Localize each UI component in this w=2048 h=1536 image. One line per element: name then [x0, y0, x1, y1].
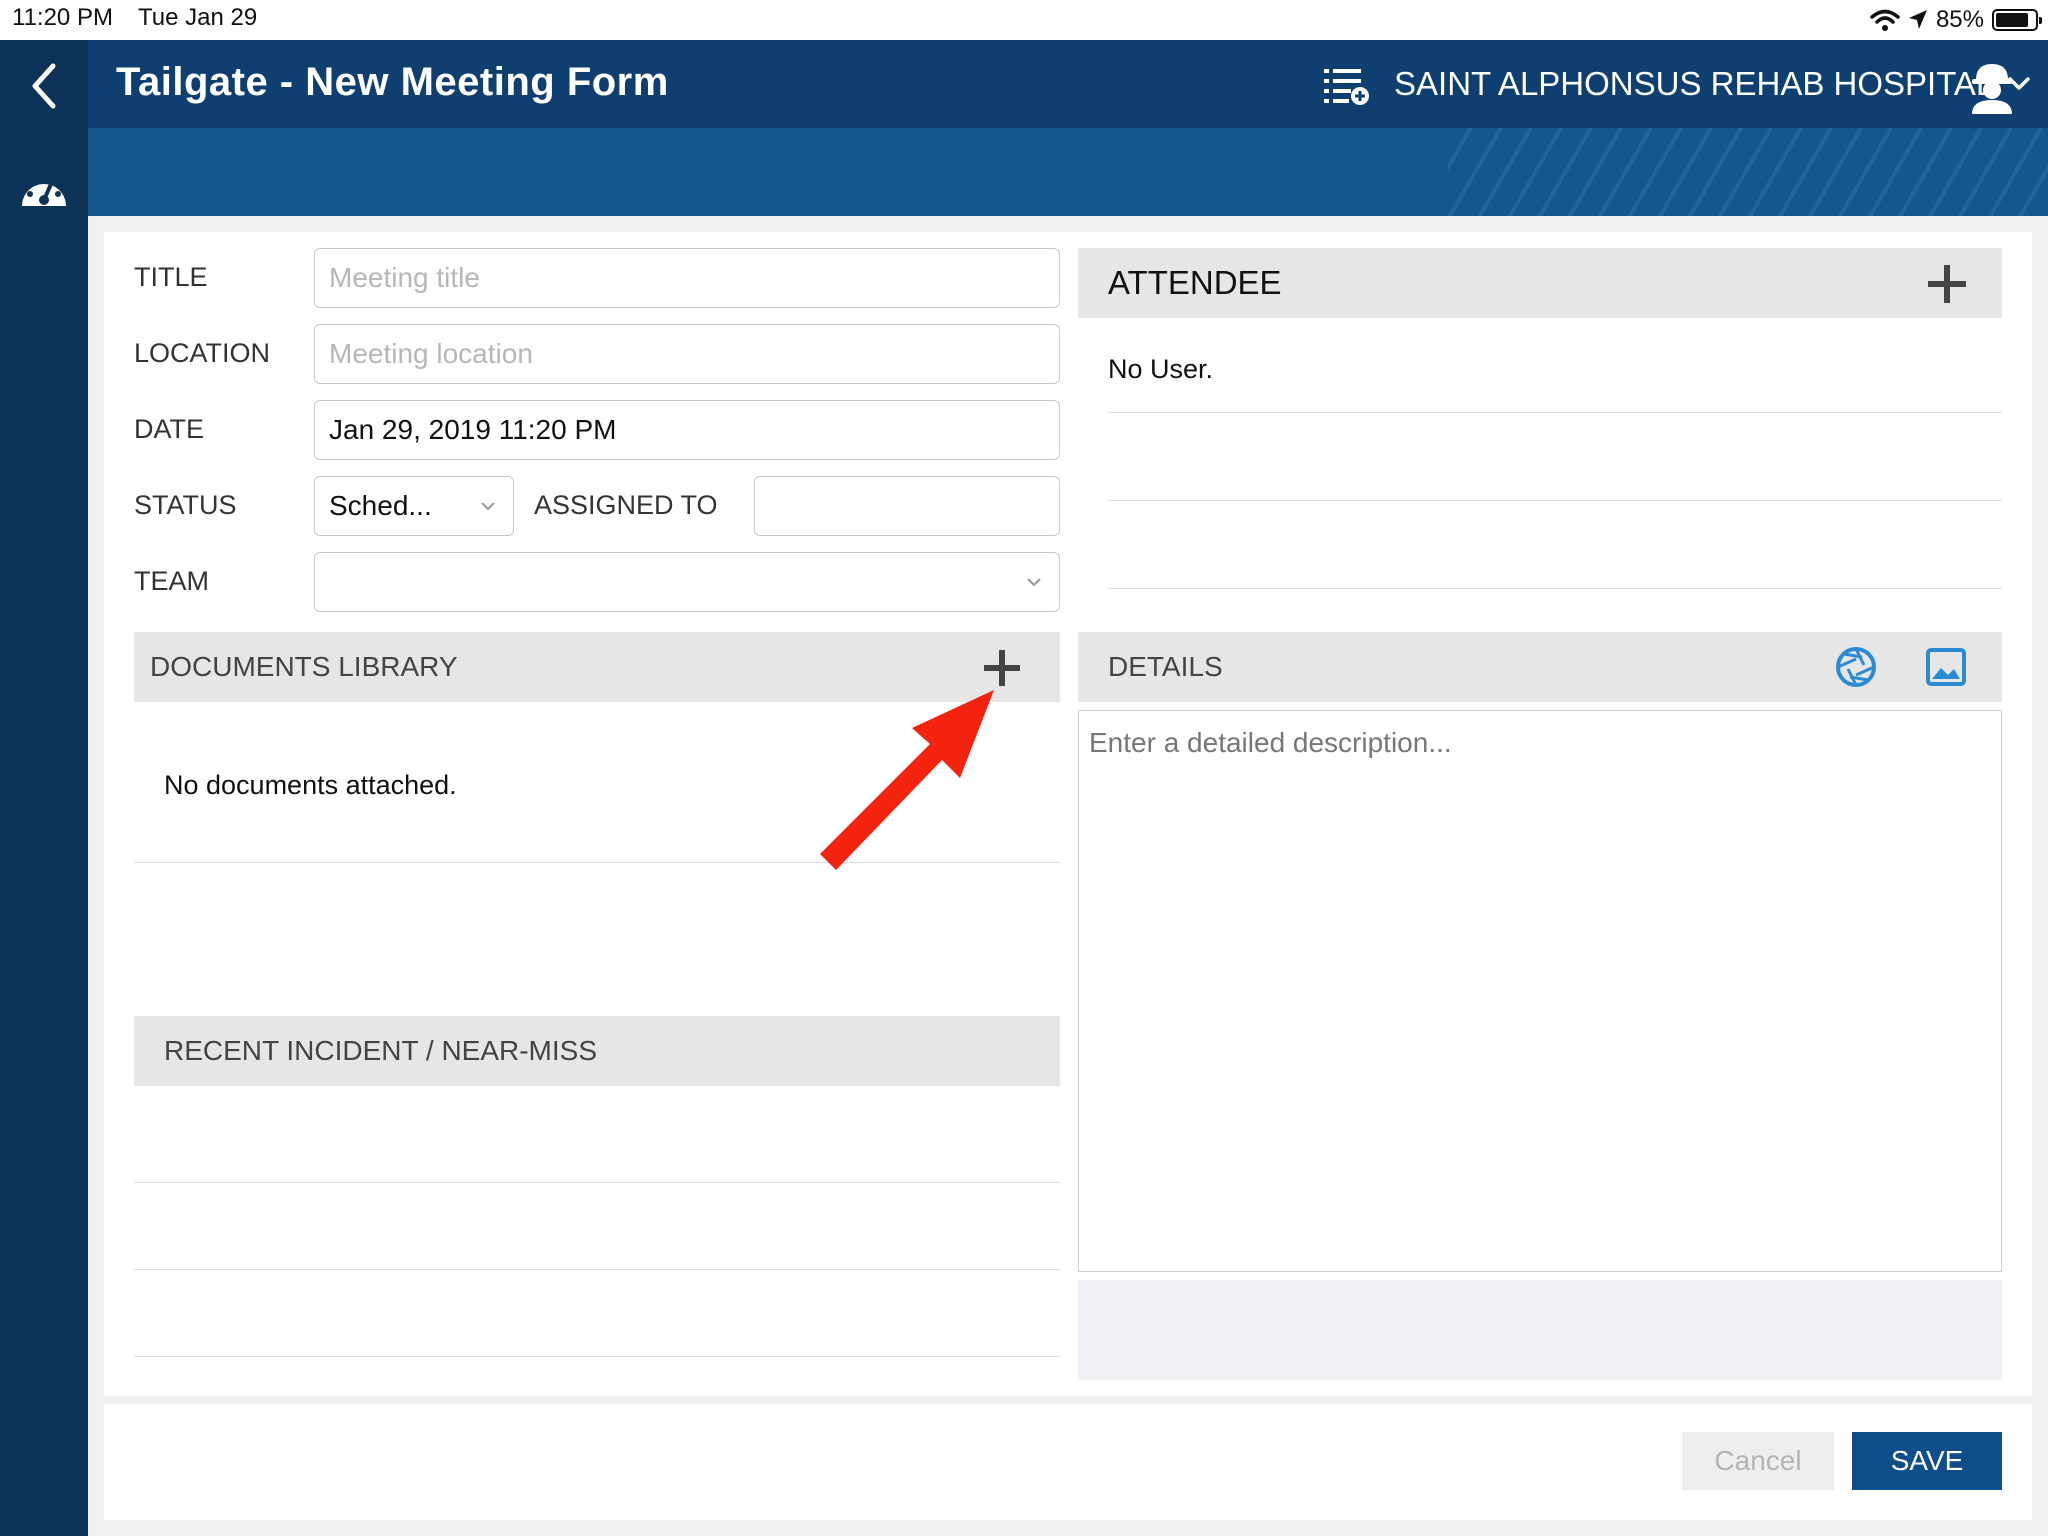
recent-incident-header: RECENT INCIDENT / NEAR-MISS [134, 1016, 1060, 1086]
status-value: Sched... [329, 490, 432, 521]
assigned-to-label: ASSIGNED TO [534, 490, 718, 520]
divider [1108, 412, 2002, 413]
attendee-empty-text: No User. [1108, 354, 1214, 384]
date-input[interactable]: Jan 29, 2019 11:20 PM [314, 400, 1060, 460]
divider [134, 1356, 1060, 1357]
page-title: Tailgate - New Meeting Form [116, 60, 669, 104]
location-arrow-icon [1908, 10, 1927, 29]
location-label: LOCATION [134, 338, 271, 368]
status-date: Tue Jan 29 [138, 4, 258, 31]
add-document-button[interactable] [980, 646, 1024, 690]
recent-incident-title: RECENT INCIDENT / NEAR-MISS [164, 1035, 598, 1066]
team-label: TEAM [134, 566, 210, 596]
team-select[interactable] [314, 552, 1060, 612]
details-title: DETAILS [1108, 651, 1223, 682]
add-attendee-button[interactable] [1924, 261, 1970, 307]
assigned-to-input[interactable] [754, 476, 1060, 536]
location-input[interactable]: Meeting location [314, 324, 1060, 384]
form-footer: Cancel SAVE [104, 1404, 2032, 1520]
list-add-icon[interactable] [1324, 66, 1370, 106]
divider [134, 1182, 1060, 1183]
attendee-title: ATTENDEE [1108, 264, 1282, 301]
date-label: DATE [134, 414, 205, 444]
hardhat-worker-icon[interactable] [1964, 58, 2020, 114]
divider [1108, 588, 2002, 589]
battery-percent: 85% [1935, 6, 1984, 33]
speedometer-icon [22, 175, 66, 206]
nav-rail [0, 40, 88, 1536]
attendee-header: ATTENDEE [1078, 248, 2002, 318]
back-button[interactable] [18, 58, 70, 114]
details-textarea[interactable]: Enter a detailed description... [1078, 710, 2002, 1272]
title-label: TITLE [134, 262, 208, 292]
chevron-down-icon [1027, 578, 1041, 587]
divider [134, 862, 1060, 863]
banner-stripes [1448, 128, 2048, 216]
cancel-button[interactable]: Cancel [1682, 1432, 1834, 1490]
details-placeholder: Enter a detailed description... [1089, 727, 1452, 758]
battery-icon [1992, 9, 2042, 31]
wifi-icon [1870, 9, 1900, 31]
chevron-down-icon [481, 502, 495, 511]
status-bar: 11:20 PM Tue Jan 29 85% [0, 0, 2048, 40]
dashboard-button[interactable] [16, 162, 72, 218]
app-header: Tailgate - New Meeting Form SAINT ALPHON… [88, 40, 2048, 128]
documents-empty-text: No documents attached. [164, 770, 457, 800]
header-banner [88, 128, 2048, 216]
save-button[interactable]: SAVE [1852, 1432, 2002, 1490]
documents-library-header: DOCUMENTS LIBRARY [134, 632, 1060, 702]
meeting-form-card: TITLE Meeting title LOCATION Meeting loc… [104, 232, 2032, 1396]
chevron-left-icon [32, 63, 56, 109]
camera-shutter-icon[interactable] [1834, 645, 1878, 689]
organization-name: SAINT ALPHONSUS REHAB HOSPITAL [1394, 65, 1995, 102]
status-select[interactable]: Sched... [314, 476, 514, 536]
details-attachments-area [1078, 1280, 2002, 1380]
documents-library-title: DOCUMENTS LIBRARY [150, 651, 458, 682]
divider [134, 1269, 1060, 1270]
status-indicators: 85% [1870, 4, 2042, 36]
divider [1108, 500, 2002, 501]
organization-selector[interactable]: SAINT ALPHONSUS REHAB HOSPITAL [1394, 62, 2031, 106]
status-time: 11:20 PM [12, 4, 113, 31]
details-header: DETAILS [1078, 632, 2002, 702]
status-label: STATUS [134, 490, 237, 520]
image-gallery-icon[interactable] [1924, 645, 1968, 689]
title-input[interactable]: Meeting title [314, 248, 1060, 308]
